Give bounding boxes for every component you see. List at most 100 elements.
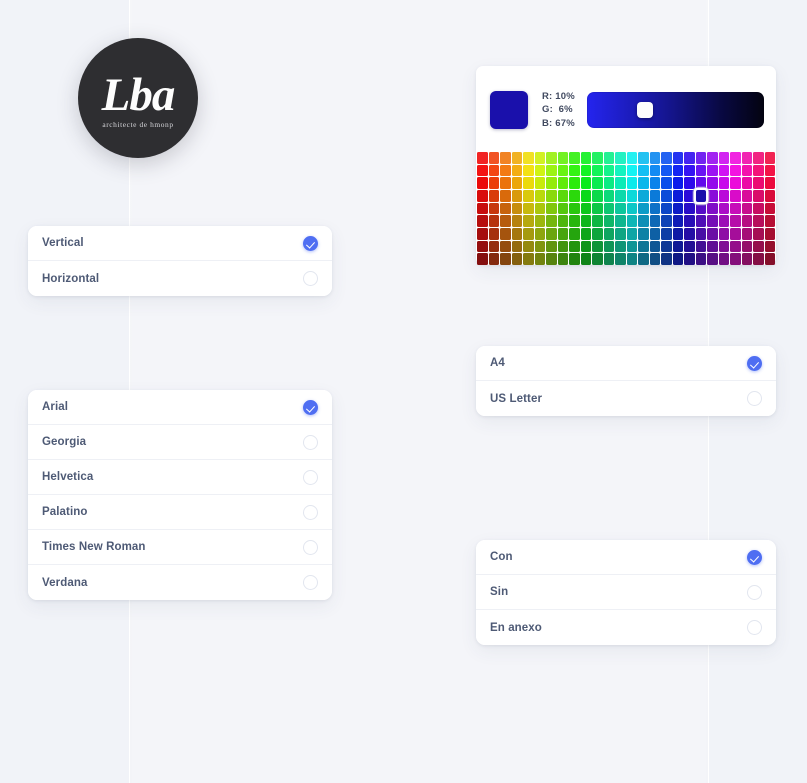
font-option[interactable]: Georgia	[28, 425, 332, 460]
color-swatch[interactable]	[488, 240, 499, 253]
color-swatch[interactable]	[638, 190, 649, 202]
color-swatch[interactable]	[557, 215, 568, 227]
color-swatch[interactable]	[638, 177, 649, 189]
color-swatch[interactable]	[603, 240, 614, 253]
orientation-option[interactable]: Horizontal	[28, 261, 332, 296]
color-swatch[interactable]	[557, 253, 568, 265]
color-swatch[interactable]	[661, 152, 672, 164]
paper-size-radio-group[interactable]: A4 US Letter	[476, 346, 776, 416]
color-swatch[interactable]	[546, 190, 557, 202]
color-swatch[interactable]	[615, 202, 626, 215]
color-swatch[interactable]	[764, 228, 775, 240]
color-swatch[interactable]	[764, 253, 775, 265]
color-swatch[interactable]	[626, 228, 637, 240]
color-swatch[interactable]	[741, 190, 752, 202]
color-swatch[interactable]	[741, 228, 752, 240]
color-swatch[interactable]	[672, 190, 683, 202]
color-swatch[interactable]	[500, 177, 511, 189]
color-swatch[interactable]	[592, 215, 603, 227]
color-swatch[interactable]	[707, 164, 718, 177]
color-swatch[interactable]	[649, 177, 660, 189]
color-swatch[interactable]	[661, 190, 672, 202]
color-swatch[interactable]	[511, 240, 522, 253]
color-swatch[interactable]	[638, 215, 649, 227]
color-swatch[interactable]	[695, 202, 706, 215]
color-swatch[interactable]	[661, 253, 672, 265]
radio-unchecked-icon[interactable]	[747, 584, 762, 600]
color-swatch[interactable]	[477, 215, 488, 227]
radio-unchecked-icon[interactable]	[303, 434, 318, 450]
radio-checked-icon[interactable]	[747, 549, 762, 565]
color-swatch[interactable]	[753, 253, 764, 265]
color-swatch[interactable]	[753, 228, 764, 240]
color-swatch[interactable]	[718, 164, 729, 177]
color-swatch[interactable]	[477, 228, 488, 240]
color-swatch[interactable]	[626, 190, 637, 202]
color-swatch[interactable]	[649, 215, 660, 227]
color-swatch[interactable]	[534, 240, 545, 253]
color-swatch[interactable]	[523, 253, 534, 265]
color-swatch[interactable]	[569, 164, 580, 177]
color-swatch[interactable]	[638, 240, 649, 253]
color-swatch[interactable]	[488, 164, 499, 177]
color-swatch[interactable]	[523, 164, 534, 177]
color-swatch[interactable]	[603, 202, 614, 215]
color-swatch[interactable]	[488, 253, 499, 265]
color-swatch[interactable]	[592, 152, 603, 164]
color-swatch[interactable]	[557, 190, 568, 202]
color-swatch[interactable]	[500, 202, 511, 215]
color-swatch[interactable]	[488, 202, 499, 215]
color-swatch[interactable]	[546, 177, 557, 189]
color-swatch[interactable]	[603, 215, 614, 227]
color-swatch[interactable]	[718, 253, 729, 265]
color-swatch[interactable]	[511, 202, 522, 215]
color-swatch[interactable]	[684, 164, 695, 177]
color-swatch[interactable]	[569, 240, 580, 253]
color-swatch[interactable]	[592, 253, 603, 265]
color-swatch[interactable]	[707, 152, 718, 164]
color-swatch[interactable]	[534, 253, 545, 265]
brightness-slider[interactable]	[586, 92, 764, 128]
color-swatch[interactable]	[523, 202, 534, 215]
color-swatch[interactable]	[615, 215, 626, 227]
font-option[interactable]: Helvetica	[28, 460, 332, 495]
color-swatch[interactable]	[684, 152, 695, 164]
paper-size-option[interactable]: US Letter	[476, 381, 776, 416]
color-swatch[interactable]	[546, 215, 557, 227]
color-swatch[interactable]	[672, 215, 683, 227]
color-swatch[interactable]	[603, 152, 614, 164]
color-swatch[interactable]	[500, 152, 511, 164]
color-swatch[interactable]	[764, 202, 775, 215]
color-swatch[interactable]	[511, 177, 522, 189]
color-swatch[interactable]	[569, 190, 580, 202]
color-swatch[interactable]	[741, 240, 752, 253]
color-swatch[interactable]	[730, 202, 741, 215]
radio-unchecked-icon[interactable]	[747, 620, 762, 635]
color-swatch[interactable]	[557, 177, 568, 189]
color-swatch[interactable]	[753, 177, 764, 189]
color-swatch[interactable]	[626, 164, 637, 177]
color-swatch[interactable]	[730, 215, 741, 227]
radio-unchecked-icon[interactable]	[303, 469, 318, 485]
color-swatch[interactable]	[546, 152, 557, 164]
color-swatch[interactable]	[753, 164, 764, 177]
color-swatch-selected[interactable]	[695, 190, 706, 202]
color-swatch[interactable]	[511, 228, 522, 240]
color-swatch[interactable]	[741, 253, 752, 265]
color-swatch[interactable]	[707, 253, 718, 265]
color-swatch[interactable]	[707, 190, 718, 202]
color-swatch[interactable]	[638, 164, 649, 177]
color-swatch[interactable]	[580, 190, 591, 202]
color-swatch[interactable]	[707, 228, 718, 240]
color-swatch[interactable]	[569, 228, 580, 240]
color-swatch[interactable]	[580, 240, 591, 253]
color-swatch[interactable]	[730, 177, 741, 189]
color-swatch[interactable]	[615, 177, 626, 189]
color-swatch[interactable]	[523, 152, 534, 164]
color-swatch[interactable]	[718, 177, 729, 189]
color-swatch[interactable]	[534, 190, 545, 202]
color-swatch[interactable]	[718, 202, 729, 215]
font-option[interactable]: Arial	[28, 390, 332, 425]
color-swatch[interactable]	[580, 152, 591, 164]
color-swatch[interactable]	[638, 152, 649, 164]
